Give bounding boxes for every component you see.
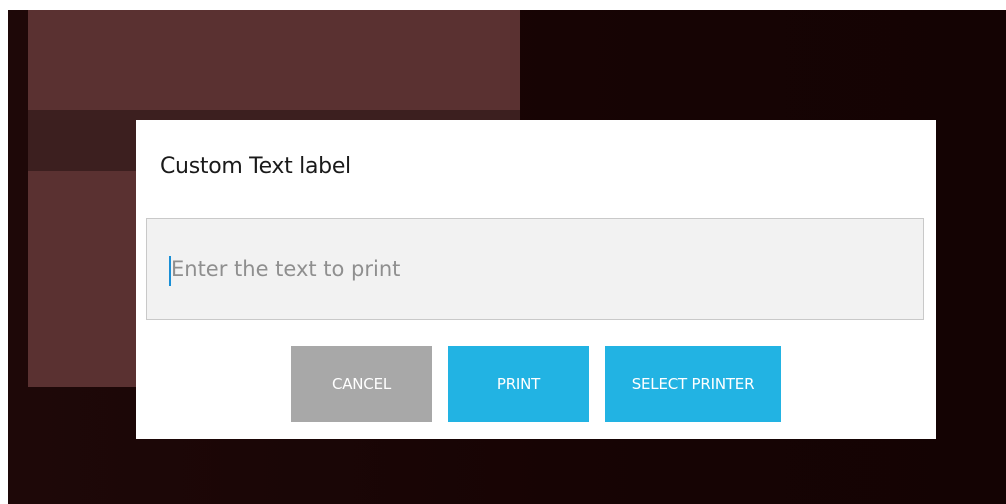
- text-cursor: [169, 256, 171, 286]
- app-background: Custom Text label CANCEL PRINT SELECT PR…: [8, 10, 1006, 504]
- custom-text-dialog: Custom Text label CANCEL PRINT SELECT PR…: [136, 120, 936, 439]
- custom-text-input[interactable]: [146, 218, 924, 320]
- dialog-title: Custom Text label: [160, 154, 351, 179]
- print-button[interactable]: PRINT: [448, 346, 589, 422]
- select-printer-button[interactable]: SELECT PRINTER: [605, 346, 781, 422]
- cancel-button[interactable]: CANCEL: [291, 346, 432, 422]
